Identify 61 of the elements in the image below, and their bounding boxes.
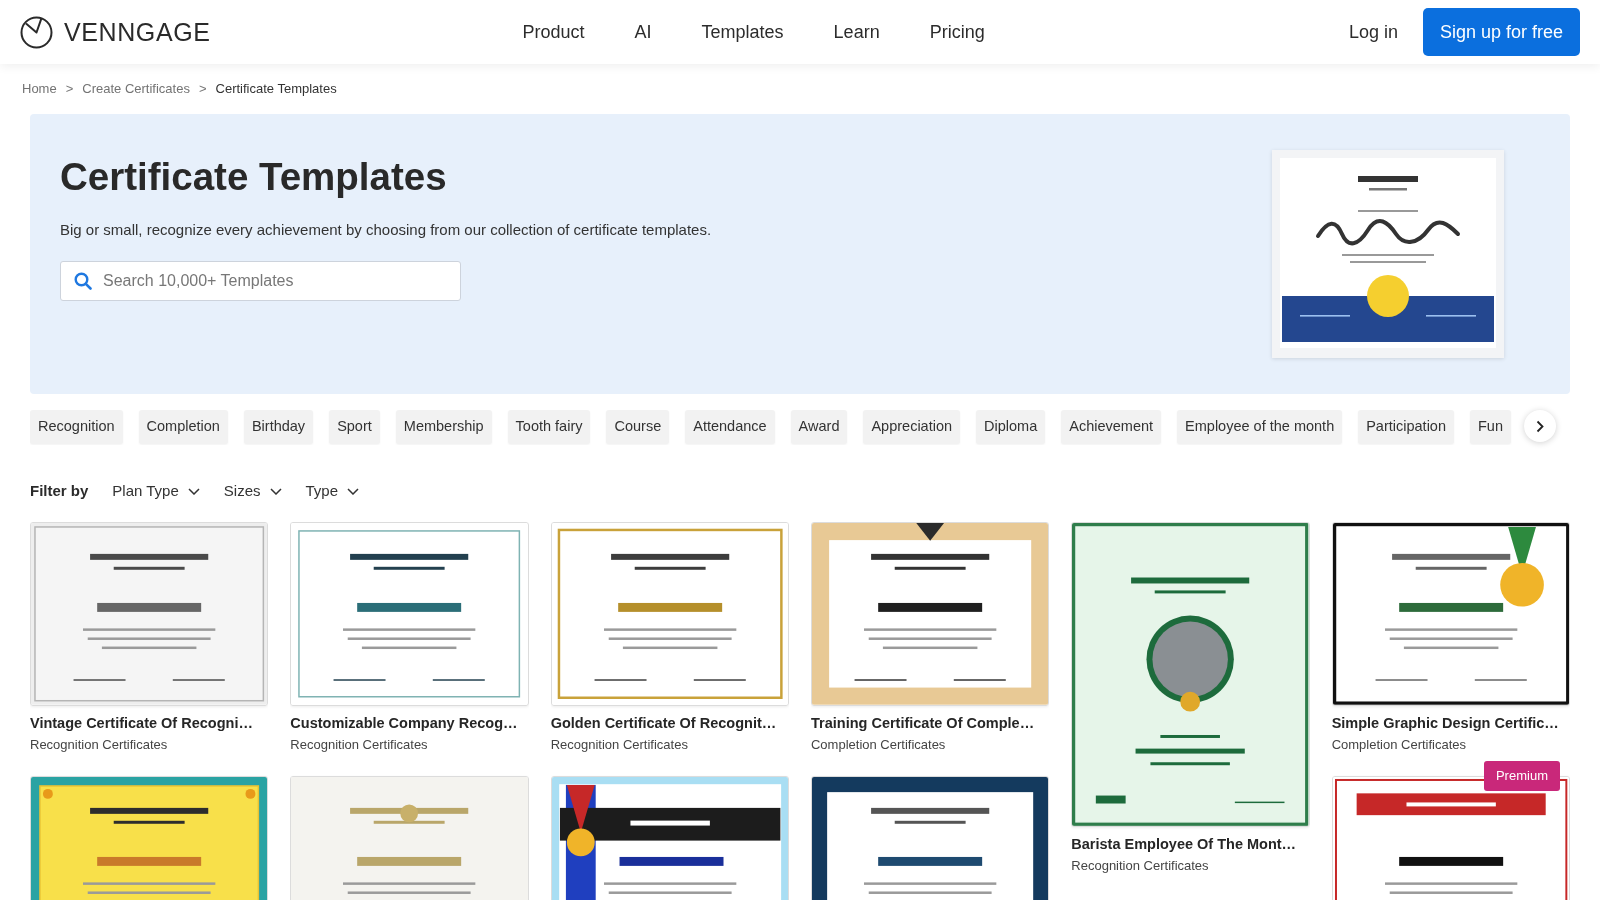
certificate-thumbnail-drawing[interactable] <box>30 522 269 706</box>
nav-link[interactable]: AI <box>634 18 652 46</box>
chevron-right-icon <box>1536 419 1544 433</box>
category-filter-button[interactable]: Sport <box>329 410 380 444</box>
template-title[interactable]: Golden Certificate Of Recognit… <box>550 712 789 733</box>
template-title[interactable]: Simple Graphic Design Certific… <box>1331 712 1570 733</box>
category-filter-button[interactable]: Achievement <box>1061 410 1162 444</box>
chevron-down-icon <box>187 487 200 495</box>
chevron-down-icon <box>347 487 360 495</box>
signup-button[interactable]: Sign up for free <box>1422 8 1580 56</box>
category-filter-button[interactable]: Course <box>606 410 670 444</box>
logo-icon[interactable] <box>20 15 53 49</box>
breadcrumb-separator: > <box>198 80 207 99</box>
category-filter-button[interactable]: Birthday <box>243 410 314 444</box>
certificate-thumbnail-drawing[interactable] <box>811 522 1050 706</box>
template-category: Recognition Certificates <box>1071 856 1210 875</box>
template-title[interactable]: Vintage Certificate Of Recogni… <box>30 712 269 733</box>
category-filter-button[interactable]: Tooth fairy <box>507 410 591 444</box>
category-filter-button[interactable]: Award <box>790 410 848 444</box>
breadcrumb-link[interactable]: Home <box>22 79 57 99</box>
chevron-down-icon <box>269 487 282 495</box>
login-link[interactable]: Log in <box>1348 18 1398 46</box>
category-filter-button[interactable]: Recognition <box>30 410 123 444</box>
nav-link[interactable]: Learn <box>833 18 880 46</box>
nav-link[interactable]: Pricing <box>929 18 985 46</box>
category-filter-button[interactable]: Participation <box>1358 410 1454 444</box>
template-category: Recognition Certificates <box>550 735 689 754</box>
template-category: Recognition Certificates <box>290 735 429 754</box>
logo-text[interactable]: VENNGAGE <box>64 19 211 45</box>
template-category: Completion Certificates <box>811 735 947 754</box>
certificate-thumbnail-drawing[interactable] <box>550 522 789 706</box>
nav-link[interactable]: Product <box>522 18 585 46</box>
filter-label: Filter by <box>30 480 89 501</box>
breadcrumb-current-page: Certificate Templates <box>215 80 337 99</box>
category-filter-button[interactable]: Membership <box>395 410 492 444</box>
breadcrumb-separator: > <box>65 80 74 99</box>
category-filter-button[interactable]: Employee of the month <box>1177 410 1343 444</box>
certificate-thumbnail-drawing[interactable] <box>1331 522 1570 706</box>
page-title: Certificate Templates <box>60 154 448 200</box>
scroll-right-button[interactable] <box>1524 410 1556 442</box>
category-filter-button[interactable]: Attendance <box>685 410 775 444</box>
template-category: Recognition Certificates <box>30 735 169 754</box>
category-filter-button[interactable]: Fun <box>1470 410 1511 444</box>
search-field[interactable]: Search 10,000+ Templates <box>60 261 461 302</box>
template-title[interactable]: Training Certificate Of Comple… <box>811 712 1050 733</box>
filter-dropdown[interactable]: Sizes <box>223 479 282 503</box>
filter-dropdown[interactable]: Type <box>305 479 360 503</box>
template-title[interactable]: Barista Employee Of The Mont… <box>1071 833 1310 854</box>
premium-label: Premium <box>1483 760 1560 791</box>
hero-description: Big or small, recognize every achievement by choosing from our collection of certificate templates. <box>60 220 712 241</box>
nav-link[interactable]: Templates <box>701 18 784 46</box>
category-filter-button[interactable]: Completion <box>138 410 228 444</box>
certificate-thumbnail-drawing[interactable] <box>290 522 529 706</box>
category-filter-button[interactable]: Diploma <box>976 410 1046 444</box>
search-icon <box>74 272 92 291</box>
template-category: Completion Certificates <box>1331 735 1468 754</box>
filter-dropdown[interactable]: Plan Type <box>112 479 200 503</box>
certificate-thumbnail-drawing[interactable] <box>1071 522 1310 827</box>
category-filter-button[interactable]: Appreciation <box>863 410 961 444</box>
breadcrumb-link[interactable]: Create Certificates <box>82 79 190 99</box>
template-title[interactable]: Customizable Company Recog… <box>290 712 529 733</box>
